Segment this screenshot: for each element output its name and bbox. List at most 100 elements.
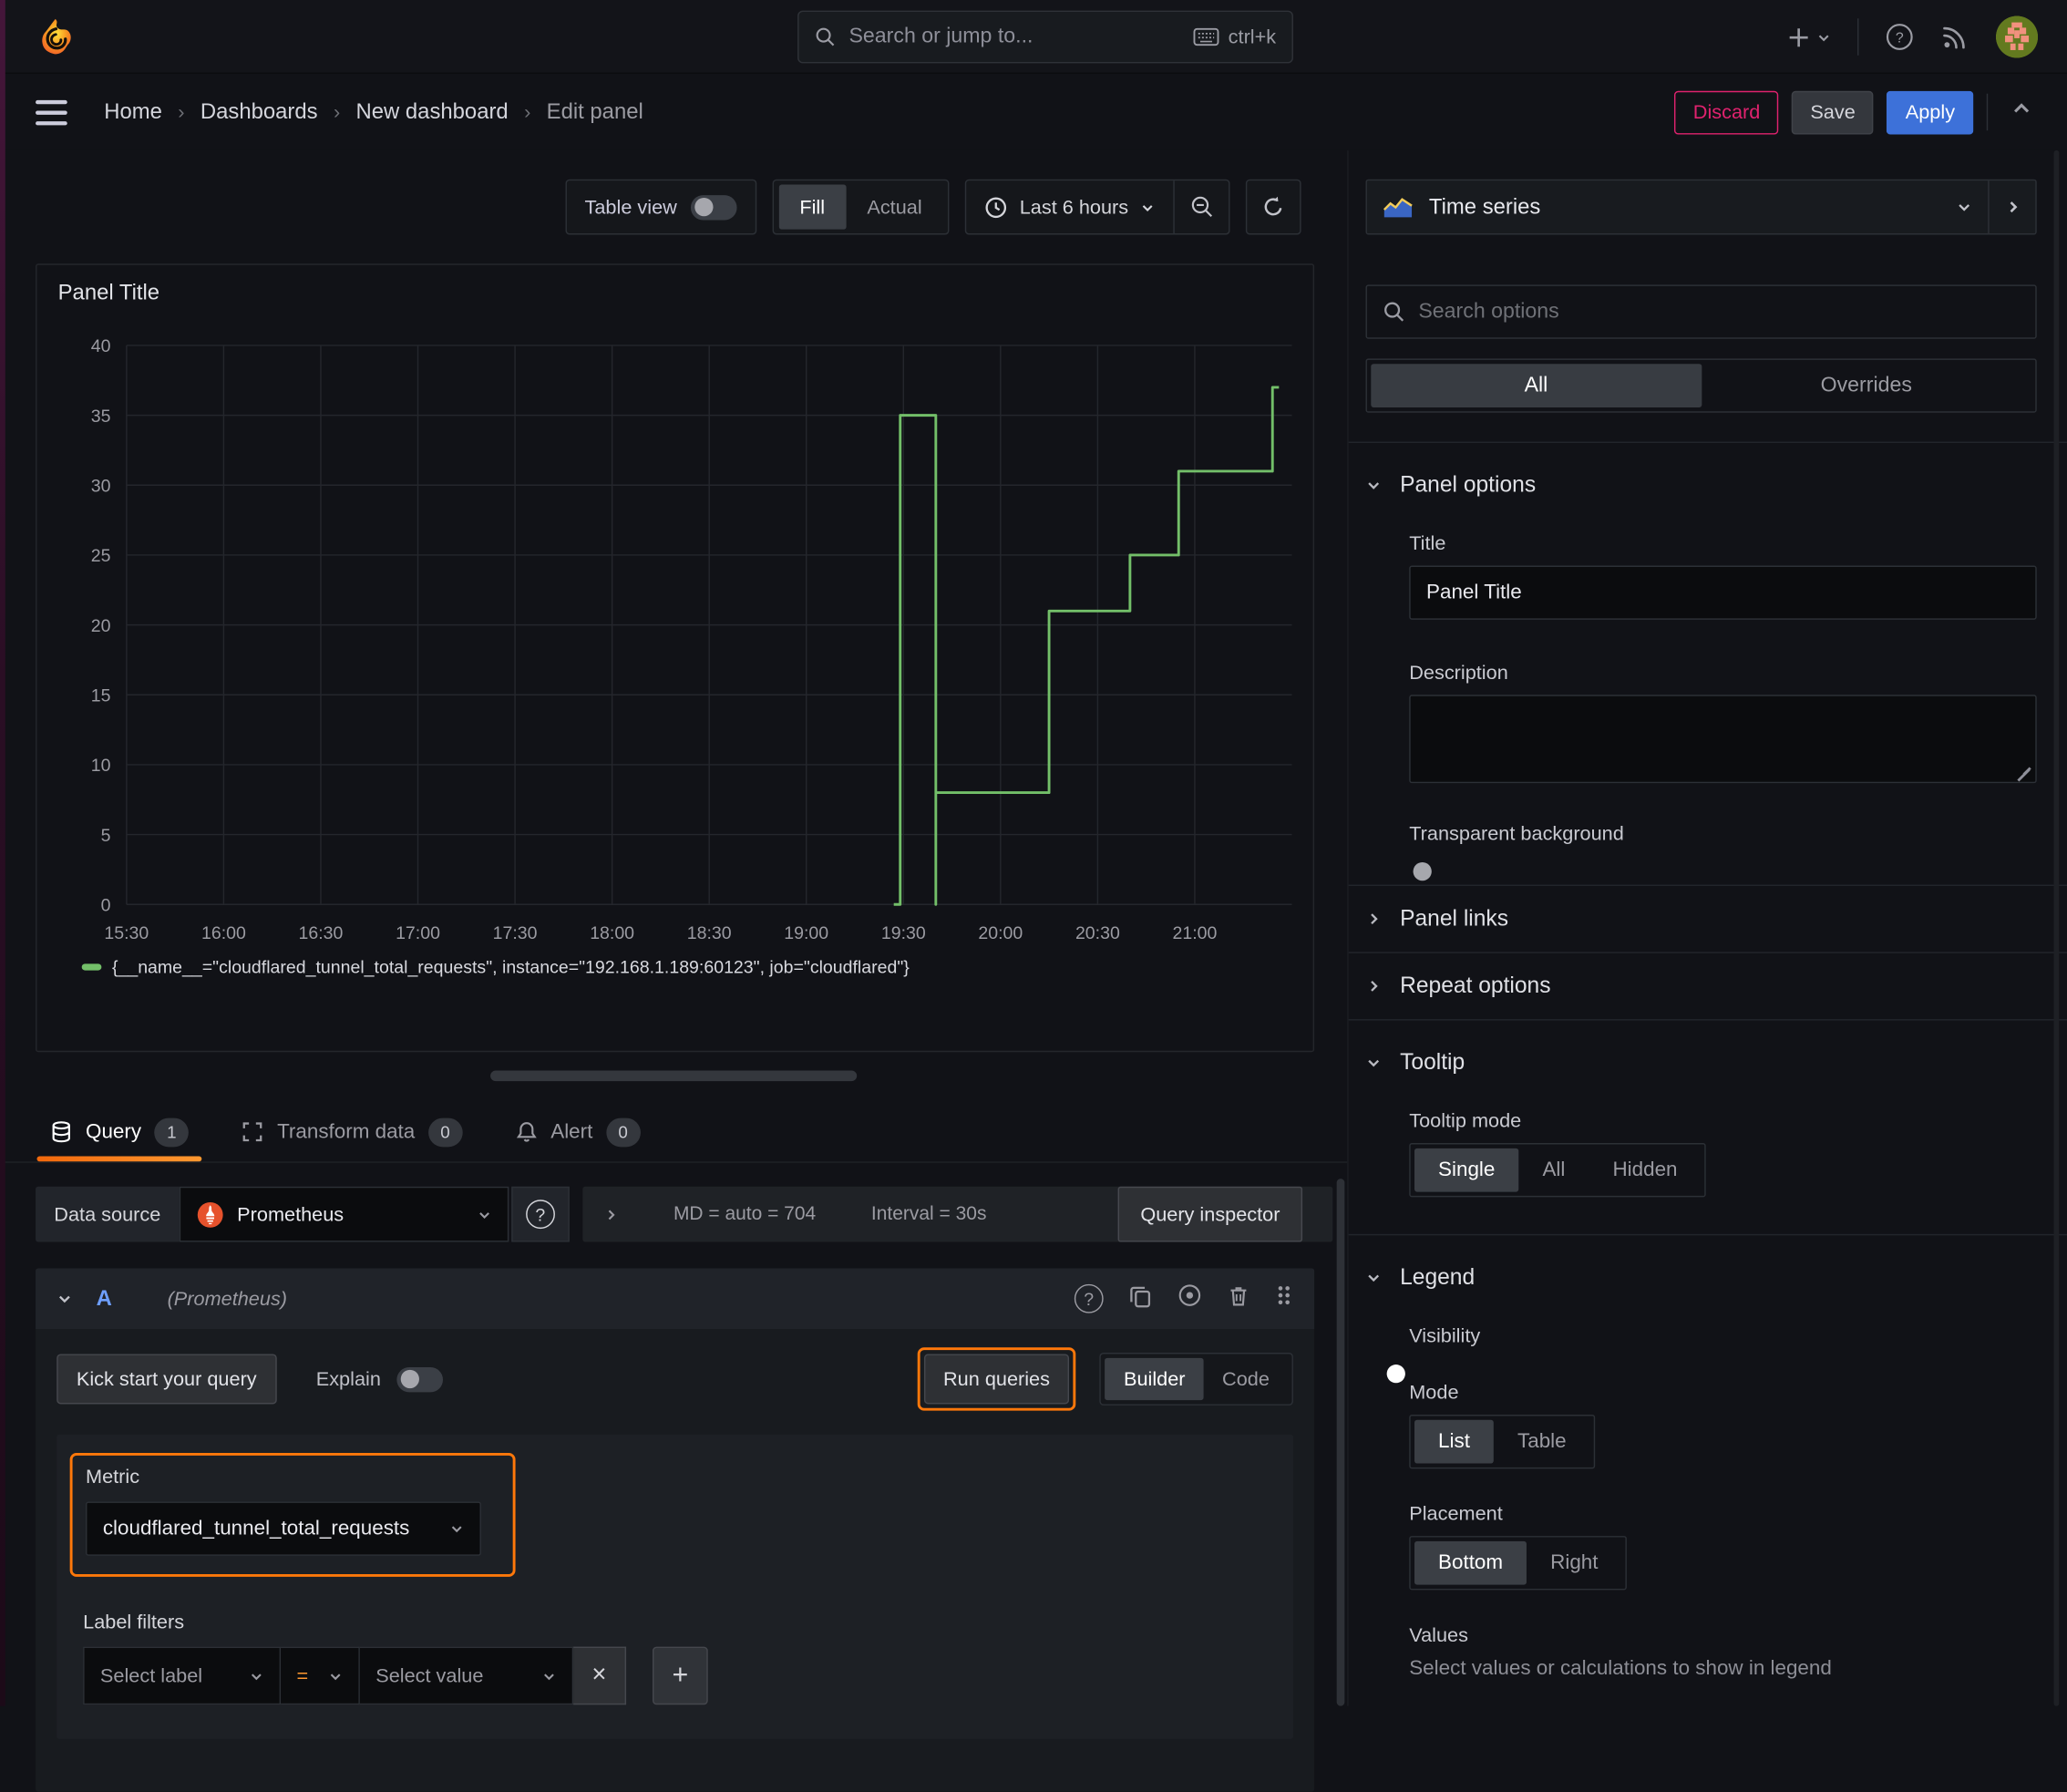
tab-alert[interactable]: Alert 0 bbox=[515, 1102, 641, 1161]
divider bbox=[1857, 18, 1859, 56]
panel-title-input[interactable]: Panel Title bbox=[1409, 565, 2037, 620]
panel-options-section-header[interactable]: Panel options bbox=[1365, 472, 2036, 499]
time-range-button[interactable]: Last 6 hours bbox=[967, 196, 1173, 218]
datasource-help-button[interactable]: ? bbox=[511, 1186, 570, 1242]
select-value-dropdown[interactable]: Select value bbox=[359, 1646, 574, 1705]
resize-handle-icon[interactable] bbox=[2016, 762, 2031, 778]
query-options-bar[interactable]: MD = auto = 704 Interval = 30s Query ins… bbox=[582, 1186, 1333, 1242]
explain-control: Explain bbox=[315, 1366, 443, 1392]
zoom-out-time-button[interactable] bbox=[1173, 180, 1229, 234]
collapse-options-button[interactable] bbox=[2011, 98, 2031, 125]
explain-label: Explain bbox=[315, 1367, 381, 1391]
query-header: A (Prometheus) ? bbox=[36, 1268, 1315, 1329]
series-color-marker[interactable] bbox=[81, 963, 102, 971]
tab-query[interactable]: Query 1 bbox=[36, 1102, 202, 1162]
tooltip-all-option[interactable]: All bbox=[1518, 1148, 1589, 1192]
legend-mode-table[interactable]: Table bbox=[1494, 1420, 1590, 1464]
add-filter-button[interactable]: + bbox=[652, 1646, 708, 1705]
builder-option[interactable]: Builder bbox=[1105, 1357, 1204, 1401]
user-avatar[interactable] bbox=[1995, 15, 2039, 58]
series-label[interactable]: {__name__="cloudflared_tunnel_total_requ… bbox=[112, 957, 910, 977]
options-search-input[interactable]: Search options bbox=[1365, 284, 2037, 339]
timeseries-chart[interactable]: 0 5 10 15 20 25 30 35 40 15:30 16:00 16:30 17:00 17:3… bbox=[58, 330, 1295, 953]
placement-right[interactable]: Right bbox=[1527, 1541, 1621, 1585]
query-help-button[interactable]: ? bbox=[1074, 1283, 1104, 1313]
datasource-picker[interactable]: Prometheus bbox=[179, 1186, 509, 1242]
keyboard-icon bbox=[1193, 27, 1219, 46]
chevron-down-icon bbox=[1368, 1274, 1380, 1282]
chevron-down-icon[interactable] bbox=[57, 1291, 72, 1306]
code-option[interactable]: Code bbox=[1204, 1358, 1288, 1400]
hide-query-button[interactable] bbox=[1177, 1282, 1202, 1314]
viz-select-button[interactable]: Time series bbox=[1367, 194, 1988, 219]
svg-text:20:00: 20:00 bbox=[978, 923, 1023, 943]
tooltip-hidden-option[interactable]: Hidden bbox=[1589, 1148, 1701, 1192]
table-view-toggle[interactable] bbox=[690, 194, 736, 220]
metric-select[interactable]: cloudflared_tunnel_total_requests bbox=[86, 1501, 481, 1556]
repeat-options-section-header[interactable]: Repeat options bbox=[1365, 953, 2036, 1019]
viz-suggestions-button[interactable] bbox=[1988, 180, 2035, 234]
tab-overrides[interactable]: Overrides bbox=[1702, 364, 2031, 407]
panel-links-section-header[interactable]: Panel links bbox=[1365, 886, 2036, 952]
duplicate-query-button[interactable] bbox=[1128, 1283, 1152, 1313]
tooltip-section-header[interactable]: Tooltip bbox=[1365, 1049, 2036, 1076]
explain-toggle[interactable] bbox=[396, 1366, 443, 1392]
tab-all-options[interactable]: All bbox=[1371, 364, 1702, 407]
datasource-row: Data source Prometheus ? MD = auto = 704… bbox=[36, 1186, 1333, 1242]
new-menu-button[interactable] bbox=[1787, 26, 1831, 48]
fill-actual-switch: Fill Actual bbox=[771, 179, 951, 235]
max-data-points: MD = auto = 704 bbox=[673, 1203, 817, 1225]
breadcrumb: Home › Dashboards › New dashboard › Edit… bbox=[104, 99, 643, 124]
panel-resize-handle[interactable] bbox=[490, 1070, 858, 1082]
svg-text:25: 25 bbox=[91, 546, 111, 566]
svg-text:17:00: 17:00 bbox=[396, 923, 440, 943]
refresh-button[interactable] bbox=[1245, 179, 1301, 235]
news-button[interactable] bbox=[1940, 23, 1969, 52]
select-label-dropdown[interactable]: Select label bbox=[83, 1646, 282, 1705]
description-textarea[interactable] bbox=[1409, 695, 2037, 784]
label-filters-label: Label filters bbox=[83, 1611, 185, 1634]
help-button[interactable]: ? bbox=[1885, 23, 1914, 52]
grafana-logo-icon[interactable] bbox=[36, 16, 75, 56]
visibility-label: Visibility bbox=[1409, 1324, 1481, 1348]
svg-text:18:00: 18:00 bbox=[590, 923, 634, 943]
tooltip-single-option[interactable]: Single bbox=[1414, 1148, 1519, 1192]
kick-start-button[interactable]: Kick start your query bbox=[57, 1354, 277, 1405]
rss-icon bbox=[1943, 26, 1965, 49]
remove-filter-button[interactable]: × bbox=[573, 1646, 627, 1705]
actual-option[interactable]: Actual bbox=[846, 184, 943, 229]
options-scope-switch: All Overrides bbox=[1365, 358, 2037, 413]
drag-query-handle[interactable] bbox=[1275, 1284, 1293, 1313]
apply-button[interactable]: Apply bbox=[1887, 90, 1974, 134]
chevron-right-icon bbox=[608, 1209, 615, 1220]
global-search-input[interactable]: Search or jump to... ctrl+k bbox=[797, 10, 1293, 64]
sidebar-scrollbar[interactable] bbox=[2053, 149, 2060, 1706]
breadcrumb-home[interactable]: Home bbox=[104, 99, 162, 124]
tooltip-mode-label: Tooltip mode bbox=[1409, 1109, 1522, 1133]
legend-mode-list[interactable]: List bbox=[1414, 1419, 1494, 1464]
run-queries-button[interactable]: Run queries bbox=[923, 1354, 1070, 1405]
svg-text:16:30: 16:30 bbox=[299, 923, 344, 943]
editor-tabs: Query 1 Transform data 0 Alert 0 bbox=[0, 1102, 1348, 1163]
svg-text:?: ? bbox=[1896, 30, 1904, 46]
content-scrollbar[interactable] bbox=[1334, 150, 1347, 1706]
save-button[interactable]: Save bbox=[1792, 90, 1875, 134]
discard-button[interactable]: Discard bbox=[1674, 90, 1779, 134]
svg-text:40: 40 bbox=[91, 336, 111, 356]
chevron-up-icon bbox=[2014, 103, 2030, 113]
query-refid[interactable]: A bbox=[97, 1286, 112, 1311]
delete-query-button[interactable] bbox=[1228, 1283, 1250, 1313]
breadcrumb-dashboards[interactable]: Dashboards bbox=[201, 99, 318, 124]
query-count-badge: 1 bbox=[154, 1117, 190, 1147]
query-inspector-button[interactable]: Query inspector bbox=[1117, 1186, 1303, 1242]
placement-bottom[interactable]: Bottom bbox=[1414, 1540, 1527, 1585]
tab-transform-data[interactable]: Transform data 0 bbox=[242, 1102, 463, 1161]
breadcrumb-new-dashboard[interactable]: New dashboard bbox=[356, 99, 509, 124]
menu-toggle-button[interactable] bbox=[36, 99, 67, 125]
svg-text:10: 10 bbox=[91, 756, 111, 776]
transparent-background-label: Transparent background bbox=[1409, 822, 1624, 846]
fill-option[interactable]: Fill bbox=[778, 184, 847, 230]
operator-dropdown[interactable]: = bbox=[281, 1646, 360, 1705]
legend-section-header[interactable]: Legend bbox=[1365, 1264, 2036, 1291]
help-icon: ? bbox=[525, 1200, 555, 1230]
